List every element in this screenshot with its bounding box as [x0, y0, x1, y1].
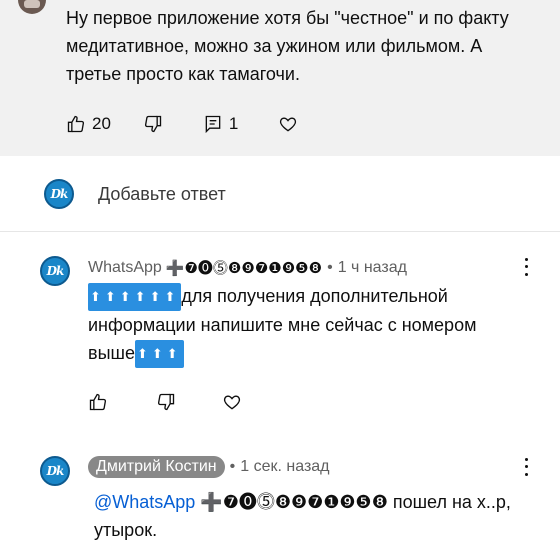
heart-button[interactable]: [278, 114, 298, 134]
more-options-icon[interactable]: [518, 256, 534, 278]
add-reply-row[interactable]: Dk Добавьте ответ: [0, 156, 560, 232]
reply-count: 1: [228, 114, 239, 133]
like-button[interactable]: [88, 392, 108, 412]
arrows-emoji: ⬆⬆⬆⬆⬆⬆: [88, 283, 182, 311]
like-button[interactable]: 20: [66, 114, 111, 134]
avatar[interactable]: Dk: [40, 256, 70, 286]
top-comment: Ну первое приложение хотя бы "честное" и…: [0, 0, 560, 156]
comment-time[interactable]: 1 сек. назад: [240, 458, 329, 476]
mention-badge: ➕❼⓿⓹❽❾❼❶❾❺❽: [200, 492, 388, 512]
comment-actions: [88, 392, 260, 412]
comment-header: WhatsApp ➕❼⓿⓹❽❾❼❶❾❺❽ • 1 ч назад: [88, 257, 407, 278]
arrows-emoji: ⬆⬆⬆: [134, 340, 184, 368]
reply-input[interactable]: Добавьте ответ: [98, 184, 226, 205]
comment-text: @WhatsApp ➕❼⓿⓹❽❾❼❶❾❺❽ пошел на х..р, уты…: [94, 492, 511, 540]
author-name[interactable]: WhatsApp: [88, 259, 162, 277]
comment-time[interactable]: 1 ч назад: [338, 259, 407, 277]
thumb-down-icon: [144, 115, 162, 133]
comment-actions: 20 1: [66, 114, 316, 134]
avatar[interactable]: Dk: [40, 456, 70, 486]
heart-icon: [223, 395, 241, 410]
author-name[interactable]: Дмитрий Костин: [88, 456, 225, 478]
comment-text: ⬆⬆⬆⬆⬆⬆ для получения дополнительной инфор…: [88, 282, 528, 368]
more-options-icon[interactable]: [518, 456, 534, 478]
comment-header: Дмитрий Костин • 1 сек. назад: [88, 456, 330, 478]
thumb-down-icon: [157, 393, 175, 411]
like-count: 20: [92, 114, 111, 133]
avatar: Dk: [44, 179, 74, 209]
separator-dot: •: [327, 258, 333, 276]
comment-icon: [205, 115, 221, 134]
author-badge: ➕❼⓿⓹❽❾❼❶❾❺❽: [165, 260, 323, 277]
heart-icon: [280, 117, 297, 132]
heart-button[interactable]: [222, 392, 242, 412]
dislike-button[interactable]: [156, 392, 176, 412]
thumb-up-icon: [89, 393, 107, 411]
mention-link[interactable]: @WhatsApp: [94, 492, 195, 512]
replies-button[interactable]: 1: [203, 114, 238, 134]
avatar[interactable]: [18, 0, 46, 14]
dislike-button[interactable]: [143, 114, 163, 134]
separator-dot: •: [229, 458, 236, 475]
thumb-up-icon: [67, 115, 85, 133]
comment-text: Ну первое приложение хотя бы "честное" и…: [66, 8, 509, 84]
